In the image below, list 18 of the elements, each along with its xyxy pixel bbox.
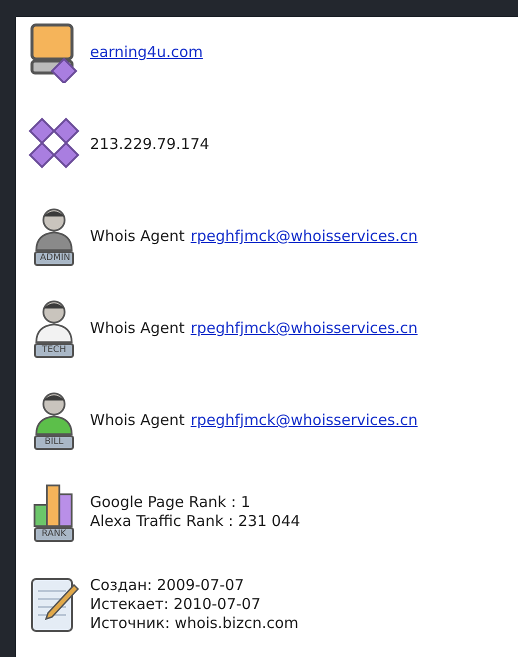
computer-icon: [28, 21, 80, 83]
contact-label: Whois Agent: [90, 410, 185, 430]
role-label: TECH: [34, 343, 74, 358]
rank-label: RANK: [34, 527, 74, 542]
ip-address: 213.229.79.174: [90, 134, 210, 154]
rank-text: Google Page Rank : 1: [90, 493, 252, 512]
email-link[interactable]: rpeghfjmck@whoisservices.cn: [190, 227, 418, 245]
domain-link[interactable]: earning4u.com: [90, 43, 203, 61]
contact-label: Whois Agent: [90, 318, 185, 338]
whois-date-text: Источник: whois.bizcn.com: [90, 614, 299, 632]
contact-label: Whois Agent: [90, 226, 185, 246]
email-link[interactable]: rpeghfjmck@whoisservices.cn: [190, 319, 418, 337]
whois-date-text: Создан: 2009-07-07: [90, 576, 245, 594]
whois-date-text: Истекает: 2010-07-07: [90, 594, 262, 614]
rank-text: Alexa Traffic Rank : 231 044: [90, 512, 300, 531]
role-label: BILL: [34, 435, 74, 450]
email-link[interactable]: rpeghfjmck@whoisservices.cn: [190, 411, 418, 429]
role-label: ADMIN: [34, 251, 74, 266]
